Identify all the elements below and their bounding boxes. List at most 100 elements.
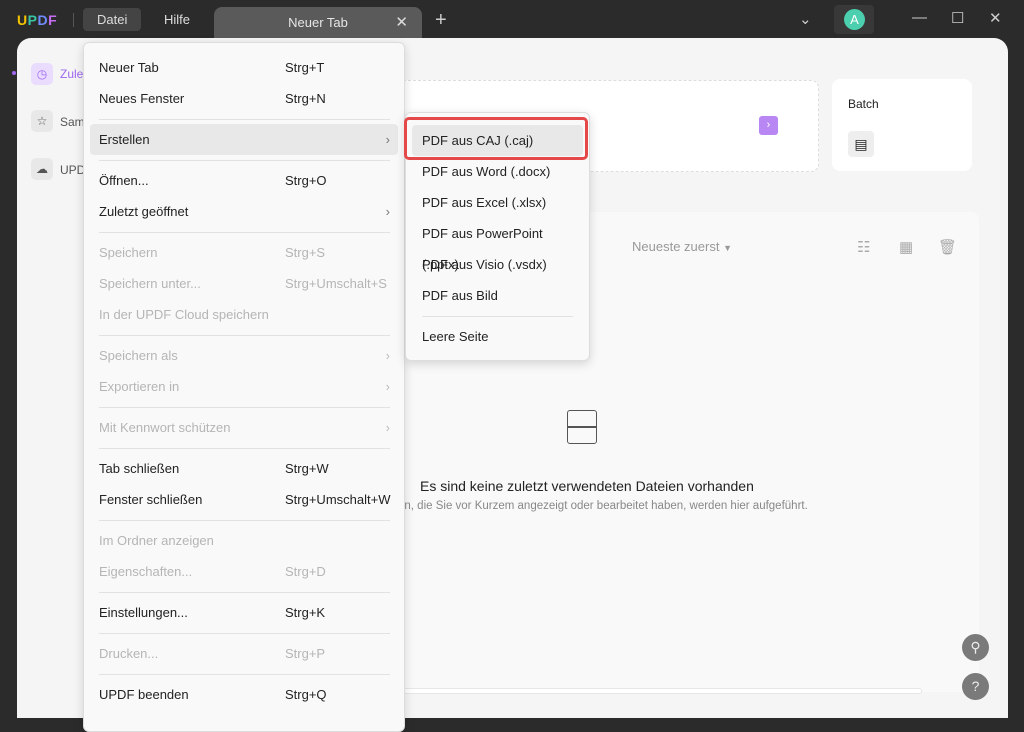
trash-icon[interactable]: 🗑 — [938, 238, 957, 256]
shortcut-label: Strg+Q — [285, 687, 327, 702]
list-view-icon[interactable]: ☷ — [857, 238, 870, 256]
menu-item-label: Einstellungen... — [99, 605, 188, 620]
grid-view-icon[interactable]: ▦ — [899, 238, 913, 256]
menu-item-label: Leere Seite — [422, 329, 489, 344]
updf-logo: UPDF — [17, 12, 58, 28]
minimize-icon[interactable]: — — [912, 9, 927, 26]
chevron-down-icon[interactable]: ⌄ — [799, 10, 812, 28]
menu-divider — [90, 402, 398, 412]
menu-divider — [90, 227, 398, 237]
menu-item-pdf-aus-visio-vsdx[interactable]: PDF aus Visio (.vsdx) — [412, 249, 583, 280]
chevron-right-icon[interactable]: › — [759, 116, 778, 135]
menu-item-leere-seite[interactable]: Leere Seite — [412, 321, 583, 352]
menu-item-label: Eigenschaften... — [99, 564, 193, 579]
menu-item-einstellungen[interactable]: Einstellungen... Strg+K — [90, 597, 398, 628]
menu-item-label: Im Ordner anzeigen — [99, 533, 214, 548]
menu-item-erstellen[interactable]: Erstellen › — [90, 124, 398, 155]
stack-icon: ▤ — [848, 131, 874, 157]
menu-item-label: PDF aus Word (.docx) — [422, 164, 551, 179]
menu-item-label: In der UPDF Cloud speichern — [99, 307, 269, 322]
menu-item-neues-fenster[interactable]: Neues Fenster Strg+N — [90, 83, 398, 114]
shortcut-label: Strg+O — [285, 173, 327, 188]
menu-divider — [90, 515, 398, 525]
sidebar-item-cloud[interactable]: UPD — [60, 163, 85, 177]
menu-divider — [90, 155, 398, 165]
menu-item-öffnen[interactable]: Öffnen... Strg+O — [90, 165, 398, 196]
sidebar-item-recent[interactable]: Zule — [60, 67, 83, 81]
menu-item-mit-kennwort-schützen: Mit Kennwort schützen › — [90, 412, 398, 443]
menu-item-eigenschaften: Eigenschaften... Strg+D — [90, 556, 398, 587]
divider — [73, 13, 74, 27]
maximize-icon[interactable]: ☐ — [951, 9, 964, 27]
menu-item-label: Speichern — [99, 245, 158, 260]
menu-item-updf-beenden[interactable]: UPDF beenden Strg+Q — [90, 679, 398, 710]
menu-item-exportieren-in: Exportieren in › — [90, 371, 398, 402]
menu-item-label: Zuletzt geöffnet — [99, 204, 189, 219]
chevron-right-icon: › — [385, 132, 390, 147]
cloud-icon[interactable]: ☁ — [31, 158, 53, 180]
search-icon[interactable]: ⚲ — [962, 634, 989, 661]
new-tab-plus-icon[interactable]: + — [435, 9, 447, 32]
menu-item-label: Speichern unter... — [99, 276, 201, 291]
menu-item-zuletzt-geöffnet[interactable]: Zuletzt geöffnet › — [90, 196, 398, 227]
chevron-right-icon: › — [385, 348, 390, 363]
avatar: A — [844, 9, 865, 30]
sidebar-item-starred[interactable]: Sam — [60, 115, 85, 129]
menu-divider — [90, 443, 398, 453]
shortcut-label: Strg+P — [285, 646, 326, 661]
shortcut-label: Strg+N — [285, 91, 326, 106]
shortcut-label: Strg+W — [285, 461, 329, 476]
menu-item-fenster-schließen[interactable]: Fenster schließen Strg+Umschalt+W — [90, 484, 398, 515]
menu-hilfe[interactable]: Hilfe — [150, 8, 204, 31]
account-button[interactable]: A — [834, 5, 874, 34]
close-window-icon[interactable]: ✕ — [989, 9, 1002, 27]
title-bar: UPDF Datei Hilfe Neuer Tab ✕ + ⌄ A — ☐ ✕ — [0, 0, 1024, 40]
highlight-box — [404, 117, 588, 160]
horizontal-scrollbar[interactable] — [398, 688, 922, 694]
menu-datei[interactable]: Datei — [83, 8, 142, 31]
shortcut-label: Strg+K — [285, 605, 326, 620]
menu-divider — [412, 311, 583, 321]
chevron-right-icon: › — [385, 204, 390, 219]
datei-menu: Neuer Tab Strg+T Neues Fenster Strg+N Erstel… — [83, 42, 405, 732]
menu-item-label: Erstellen — [99, 132, 150, 147]
shortcut-label: Strg+T — [285, 60, 325, 75]
shortcut-label: Strg+Umschalt+W — [285, 492, 391, 507]
menu-item-pdf-aus-excel-xlsx[interactable]: PDF aus Excel (.xlsx) — [412, 187, 583, 218]
menu-item-tab-schließen[interactable]: Tab schließen Strg+W — [90, 453, 398, 484]
active-indicator — [12, 71, 16, 75]
menu-item-label: PDF aus Visio (.vsdx) — [422, 257, 547, 272]
menu-item-pdf-aus-word-docx[interactable]: PDF aus Word (.docx) — [412, 156, 583, 187]
tab-neuer-tab[interactable]: Neuer Tab ✕ — [214, 7, 422, 40]
chevron-right-icon: › — [385, 420, 390, 435]
menu-item-label: PDF aus Excel (.xlsx) — [422, 195, 547, 210]
caret-down-icon: ▼ — [723, 243, 732, 253]
tab-label: Neuer Tab — [288, 15, 348, 30]
shortcut-label: Strg+Umschalt+S — [285, 276, 387, 291]
menu-item-neuer-tab[interactable]: Neuer Tab Strg+T — [90, 52, 398, 83]
sort-label: Neueste zuerst — [632, 239, 720, 254]
menu-item-pdf-aus-bild[interactable]: PDF aus Bild — [412, 280, 583, 311]
menu-item-label: Exportieren in — [99, 379, 180, 394]
menu-item-im-ordner-anzeigen: Im Ordner anzeigen — [90, 525, 398, 556]
menu-item-label: PDF aus Bild — [422, 288, 498, 303]
menu-item-pdf-aus-powerpoint-pptx[interactable]: PDF aus PowerPoint (.pptx) — [412, 218, 583, 272]
menu-item-label: Drucken... — [99, 646, 159, 661]
chevron-right-icon: › — [385, 379, 390, 394]
close-tab-icon[interactable]: ✕ — [395, 7, 408, 39]
menu-item-label: Mit Kennwort schützen — [99, 420, 231, 435]
help-icon[interactable]: ? — [962, 673, 989, 700]
star-icon[interactable]: ☆ — [31, 110, 53, 132]
menu-item-label: Neues Fenster — [99, 91, 185, 106]
empty-title: Es sind keine zuletzt verwendeten Dateie… — [420, 478, 754, 494]
inbox-icon — [567, 410, 597, 444]
menu-divider — [90, 114, 398, 124]
menu-item-label: Tab schließen — [99, 461, 180, 476]
clock-icon[interactable]: ◷ — [31, 63, 53, 85]
menu-divider — [90, 587, 398, 597]
sort-dropdown[interactable]: Neueste zuerst ▼ — [632, 239, 732, 254]
menu-divider — [90, 628, 398, 638]
batch-card[interactable]: Batch ▤ — [832, 79, 972, 171]
menu-item-speichern: Speichern Strg+S — [90, 237, 398, 268]
menu-item-in-der-updf-cloud-speichern: In der UPDF Cloud speichern — [90, 299, 398, 330]
